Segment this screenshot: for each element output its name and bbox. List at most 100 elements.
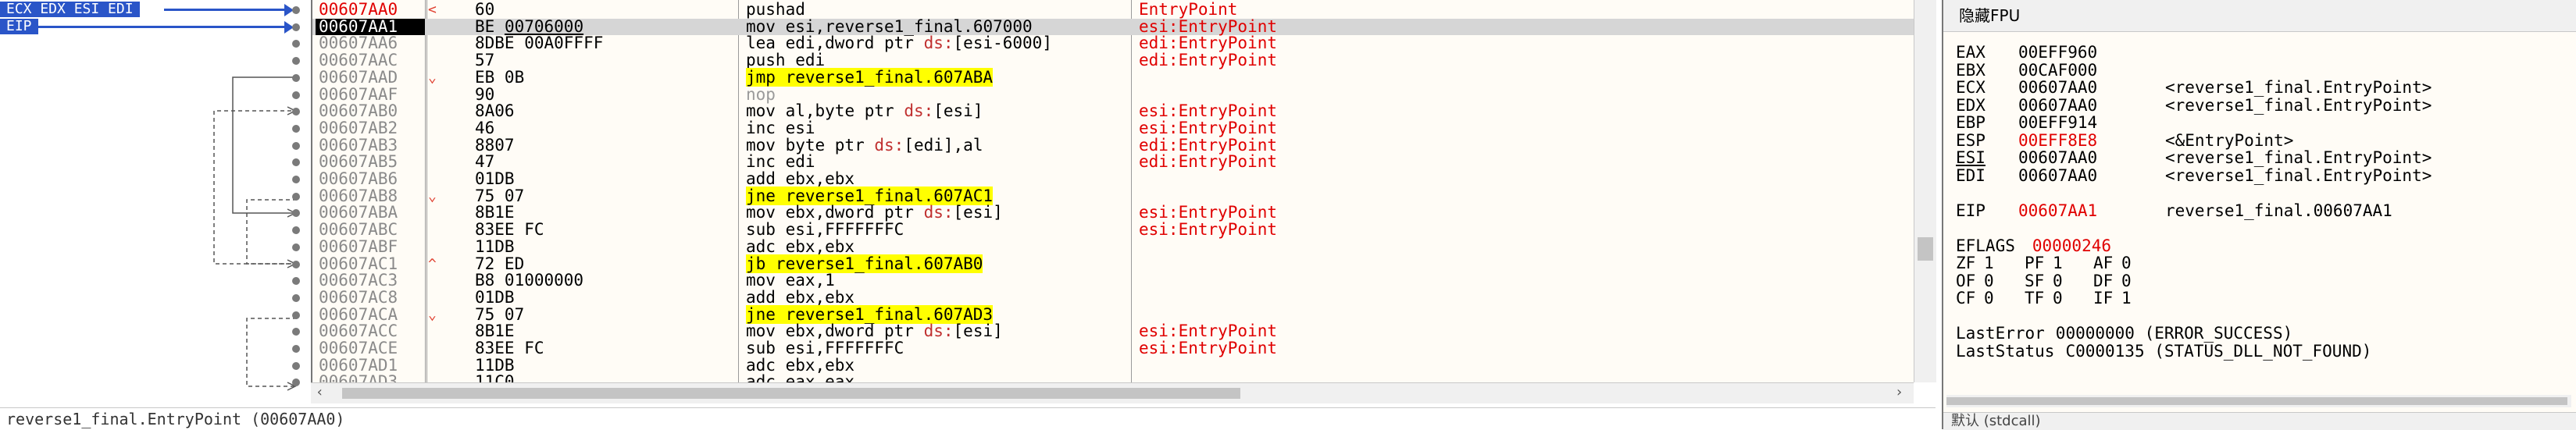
register-value[interactable]: 00607AA0 bbox=[2018, 79, 2097, 96]
instruction-comment: edi:EntryPoint bbox=[1139, 34, 1278, 53]
disassembly-row[interactable]: 00607AAF 90 nop bbox=[312, 86, 1915, 104]
horizontal-scroll-thumb[interactable] bbox=[342, 388, 1240, 399]
breakpoint-dot[interactable] bbox=[292, 91, 300, 99]
disassembly-row[interactable]: 00607AB3 8807 mov byte ptr ds:[edi],al edi:… bbox=[312, 137, 1915, 155]
register-row-esp[interactable]: ESP 00EFF8E8 <&EntryPoint> bbox=[1956, 132, 2565, 149]
breakpoint-dot[interactable] bbox=[292, 361, 300, 370]
registers-scroll-thumb[interactable] bbox=[1946, 397, 2567, 405]
disassembly-row[interactable]: 00607AC3 B8 01000000 mov eax,1 bbox=[312, 272, 1915, 290]
error-label: LastStatus bbox=[1956, 341, 2055, 361]
register-symbol: <reverse1_final.EntryPoint> bbox=[2165, 148, 2432, 167]
calling-convention-selector[interactable]: 默认 (stdcall) bbox=[1943, 412, 2576, 430]
error-label: LastError bbox=[1956, 324, 2045, 343]
breakpoint-dot[interactable] bbox=[292, 141, 300, 150]
flag-sf[interactable]: SF 0 bbox=[2025, 272, 2093, 290]
register-row-eax[interactable]: EAX 00EFF960 bbox=[1956, 44, 2565, 61]
jump-direction-marker: ⌄ bbox=[428, 69, 437, 86]
flag-row: CF 0 TF 0 IF 1 bbox=[1956, 290, 2162, 307]
jump-gutter[interactable]: ECX EDX ESI EDI EIP bbox=[0, 0, 311, 406]
breakpoint-dot[interactable] bbox=[292, 23, 300, 31]
instruction-address: 00607ABC bbox=[319, 220, 398, 240]
breakpoint-dot[interactable] bbox=[292, 260, 300, 268]
disassembly-horizontal-scrollbar[interactable]: ‹ › bbox=[311, 382, 1914, 403]
flag-if[interactable]: IF 1 bbox=[2093, 290, 2162, 307]
disassembly-row[interactable]: 00607AA0 <60 pushad EntryPoint bbox=[312, 1, 1915, 19]
instruction-address: 00607ACA bbox=[319, 304, 398, 324]
disassembly-row[interactable]: 00607AB0 8A06 mov al,byte ptr ds:[esi] esi:… bbox=[312, 102, 1915, 120]
register-row-ebp[interactable]: EBP 00EFF914 bbox=[1956, 114, 2565, 131]
breakpoint-dot[interactable] bbox=[292, 345, 300, 353]
register-value[interactable]: 00607AA0 bbox=[2018, 149, 2097, 166]
scroll-left-icon[interactable]: ‹ bbox=[316, 384, 324, 400]
register-row-eip[interactable]: EIP 00607AA1 reverse1_final.00607AA1 bbox=[1956, 202, 2565, 219]
disassembly-row[interactable]: 00607AAD ⌄ EB 0B jmp reverse1_final.607ABA bbox=[312, 67, 1915, 87]
breakpoint-dot[interactable] bbox=[292, 73, 300, 82]
instruction-text: adc ebx,ebx bbox=[746, 355, 855, 375]
disassembly-row[interactable]: 00607ABA 8B1E mov ebx,dword ptr ds:[esi] es… bbox=[312, 204, 1915, 222]
disassembly-row[interactable]: 00607ACC 8B1E mov ebx,dword ptr ds:[esi] es… bbox=[312, 322, 1915, 341]
register-row-ecx[interactable]: ECX 00607AA0 <reverse1_final.EntryPoint> bbox=[1956, 79, 2565, 96]
breakpoint-dot[interactable] bbox=[292, 243, 300, 251]
register-value[interactable]: 00CAF000 bbox=[2018, 62, 2097, 79]
last-error-row[interactable]: LastError 00000000 (ERROR_SUCCESS) bbox=[1956, 325, 2292, 342]
vertical-scroll-thumb[interactable] bbox=[1918, 237, 1933, 261]
register-value[interactable]: 00607AA1 bbox=[2018, 202, 2097, 219]
disassembly-row[interactable]: 00607AD1 11DB adc ebx,ebx bbox=[312, 357, 1915, 375]
disassembly-row[interactable]: 00607ACA ⌄ 75 07 jne reverse1_final.607AD3 bbox=[312, 304, 1915, 324]
disassembly-row[interactable]: 00607AA6 8DBE 00A0FFFF lea edi,dword ptr d… bbox=[312, 35, 1915, 52]
register-value[interactable]: 00EFF914 bbox=[2018, 114, 2097, 131]
register-value[interactable]: 00607AA0 bbox=[2018, 97, 2097, 114]
instruction-text: jb reverse1_final.607AB0 bbox=[746, 254, 983, 273]
flag-df[interactable]: DF 0 bbox=[2093, 272, 2162, 290]
flag-pf[interactable]: PF 1 bbox=[2025, 254, 2093, 272]
flag-tf[interactable]: TF 0 bbox=[2025, 290, 2093, 307]
disassembly-row[interactable]: 00607AAC 57 push edi edi:EntryPoint bbox=[312, 52, 1915, 69]
hide-fpu-toggle[interactable]: 隐藏FPU bbox=[1943, 0, 2576, 32]
instruction-text: push edi bbox=[746, 51, 826, 70]
breakpoint-dot[interactable] bbox=[292, 176, 300, 183]
flag-of[interactable]: OF 0 bbox=[1956, 272, 2025, 290]
instruction-bytes: 47 bbox=[475, 152, 495, 172]
register-row-edi[interactable]: EDI 00607AA0 <reverse1_final.EntryPoint> bbox=[1956, 167, 2565, 184]
jump-direction-marker: < bbox=[428, 2, 437, 18]
disassembly-view[interactable]: 00607AA0 <60 pushad EntryPoint 00607AA1 BE 00… bbox=[311, 0, 1917, 390]
instruction-comment: esi:EntryPoint bbox=[1139, 322, 1278, 341]
disassembly-row[interactable]: 00607ACE 83EE FC sub esi,FFFFFFFC esi:Entry… bbox=[312, 339, 1915, 357]
disassembly-vertical-scrollbar[interactable] bbox=[1914, 0, 1936, 382]
breakpoint-dot[interactable] bbox=[292, 311, 300, 319]
disassembly-row[interactable]: 00607AB2 46 inc esi esi:EntryPoint bbox=[312, 119, 1915, 137]
instruction-address: 00607AC3 bbox=[319, 271, 398, 290]
breakpoint-dot[interactable] bbox=[292, 124, 300, 133]
eflags-value[interactable]: 00000246 bbox=[2032, 236, 2111, 255]
disassembly-row[interactable]: 00607ABF 11DB adc ebx,ebx bbox=[312, 236, 1915, 256]
breakpoint-dot[interactable] bbox=[292, 293, 300, 302]
disassembly-row[interactable]: 00607AA1 BE 00706000 mov esi,reverse1_fina… bbox=[312, 18, 1915, 36]
disassembly-row[interactable]: 00607AB5 47 inc edi edi:EntryPoint bbox=[312, 152, 1915, 172]
register-value[interactable]: 00EFF960 bbox=[2018, 44, 2097, 61]
instruction-address: 00607AA6 bbox=[319, 34, 398, 53]
error-value: C0000135 (STATUS_DLL_NOT_FOUND) bbox=[2065, 341, 2372, 361]
flag-cf[interactable]: CF 0 bbox=[1956, 290, 2025, 307]
register-row-edx[interactable]: EDX 00607AA0 <reverse1_final.EntryPoint> bbox=[1956, 97, 2565, 114]
instruction-address: 00607AB6 bbox=[319, 169, 398, 188]
breakpoint-dot[interactable] bbox=[292, 6, 300, 14]
breakpoint-dot[interactable] bbox=[292, 192, 300, 201]
disassembly-row[interactable]: 00607AB6 01DB add ebx,ebx bbox=[312, 169, 1915, 188]
flag-af[interactable]: AF 0 bbox=[2093, 254, 2162, 272]
register-value[interactable]: 00607AA0 bbox=[2018, 167, 2097, 184]
register-value[interactable]: 00EFF8E8 bbox=[2018, 132, 2097, 149]
instruction-bytes: 72 ED bbox=[475, 254, 525, 273]
scroll-right-icon[interactable]: › bbox=[1895, 384, 1903, 400]
registers-horizontal-scrollbar[interactable] bbox=[1946, 395, 2571, 407]
disassembly-row[interactable]: 00607ABC 83EE FC sub esi,FFFFFFFC esi:Entry… bbox=[312, 220, 1915, 240]
instruction-text: adc ebx,ebx bbox=[746, 236, 855, 256]
disassembly-row[interactable]: 00607AC1 ^ 72 ED jb reverse1_final.607AB0 bbox=[312, 254, 1915, 273]
flag-zf[interactable]: ZF 1 bbox=[1956, 254, 2025, 272]
instruction-address: 00607AA1 bbox=[316, 18, 425, 36]
eflags-row[interactable]: EFLAGS 00000246 bbox=[1956, 237, 2111, 254]
disassembly-row[interactable]: 00607AC8 01DB add ebx,ebx bbox=[312, 289, 1915, 307]
last-status-row[interactable]: LastStatus C0000135 (STATUS_DLL_NOT_FOUND… bbox=[1956, 343, 2371, 360]
disassembly-row[interactable]: 00607AB8 ⌄ 75 07 jne reverse1_final.607AC1 bbox=[312, 186, 1915, 205]
register-row-ebx[interactable]: EBX 00CAF000 bbox=[1956, 62, 2565, 79]
register-row-esi[interactable]: ESI 00607AA0 <reverse1_final.EntryPoint> bbox=[1956, 149, 2565, 166]
